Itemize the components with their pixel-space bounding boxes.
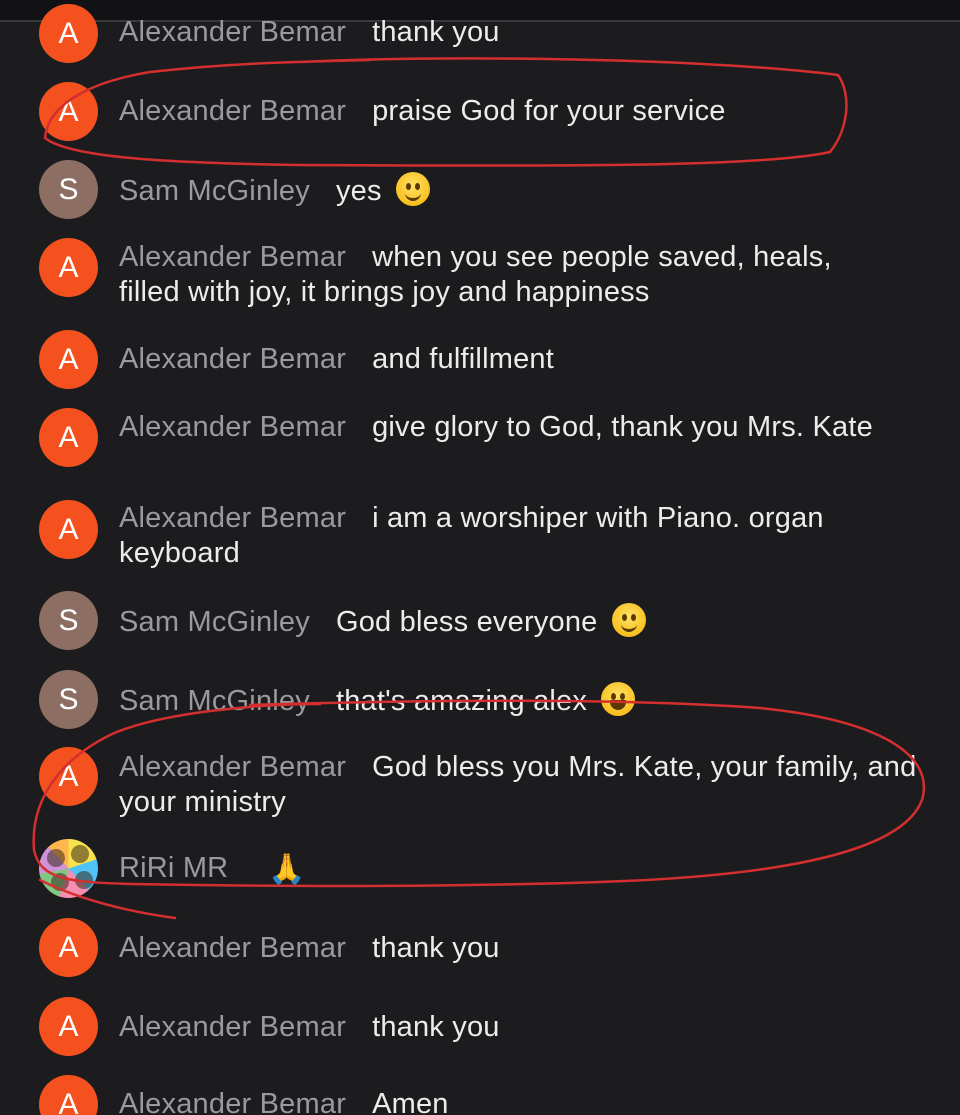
- avatar[interactable]: S: [39, 160, 98, 219]
- avatar[interactable]: A: [39, 500, 98, 559]
- avatar[interactable]: A: [39, 238, 98, 297]
- avatar[interactable]: A: [39, 747, 98, 806]
- avatar[interactable]: A: [39, 918, 98, 977]
- sender-name[interactable]: Alexander Bemar: [119, 502, 346, 534]
- sender-name[interactable]: Sam McGinley: [119, 175, 310, 207]
- grinning-face-icon: [601, 682, 636, 716]
- sender-name[interactable]: Alexander Bemar: [119, 411, 346, 443]
- sender-name[interactable]: Alexander Bemar: [119, 241, 346, 273]
- message-text: thank you: [372, 1011, 500, 1043]
- message-text: that's amazing alex: [335, 685, 588, 717]
- message-text: and fulfillment: [372, 343, 554, 375]
- message-body: Alexander Bemar i am a worshiper with Pia…: [119, 501, 894, 571]
- sender-name[interactable]: Sam McGinley: [119, 685, 310, 717]
- sender-name[interactable]: Alexander Bemar: [119, 932, 346, 964]
- message-text: praise God for your service: [372, 95, 726, 127]
- message-body: Alexander Bemar give glory to God, thank …: [119, 410, 879, 445]
- message-body: Alexander Bemar Amen: [119, 1087, 919, 1115]
- message-body: Alexander Bemar thank you: [119, 931, 919, 966]
- avatar[interactable]: [39, 839, 98, 898]
- message-text: Amen: [372, 1088, 449, 1115]
- sender-name[interactable]: Sam McGinley: [119, 606, 310, 638]
- avatar[interactable]: A: [39, 82, 98, 141]
- sender-name[interactable]: Alexander Bemar: [119, 95, 346, 127]
- avatar[interactable]: A: [39, 997, 98, 1056]
- sender-name[interactable]: Alexander Bemar: [119, 1088, 346, 1115]
- message-body: Sam McGinley that's amazing alex: [119, 682, 919, 719]
- message-text: give glory to God, thank you Mrs. Kate: [372, 411, 873, 443]
- message-body: Alexander Bemar when you see people saved…: [119, 240, 899, 310]
- smiling-face-icon: [611, 603, 646, 637]
- sender-name[interactable]: Alexander Bemar: [119, 343, 346, 375]
- message-body: Alexander Bemar thank you: [119, 15, 919, 50]
- sender-name[interactable]: Alexander Bemar: [119, 751, 346, 783]
- message-text: thank you: [372, 16, 500, 48]
- avatar[interactable]: S: [39, 591, 98, 650]
- avatar[interactable]: A: [39, 1075, 98, 1115]
- avatar[interactable]: A: [39, 330, 98, 389]
- message-body: Alexander Bemar praise God for your servi…: [119, 94, 919, 129]
- message-text: yes: [335, 175, 382, 207]
- avatar[interactable]: S: [39, 670, 98, 729]
- message-body: Alexander Bemar God bless you Mrs. Kate, …: [119, 750, 919, 820]
- message-body: Alexander Bemar and fulfillment: [119, 342, 919, 377]
- avatar[interactable]: A: [39, 4, 98, 63]
- avatar[interactable]: A: [39, 408, 98, 467]
- message-text: God bless everyone: [335, 606, 598, 638]
- sender-name[interactable]: RiRi MR: [119, 852, 228, 884]
- slightly-smiling-face-icon: [395, 172, 430, 206]
- folded-hands-icon: 🙏: [268, 853, 306, 886]
- sender-name[interactable]: Alexander Bemar: [119, 1011, 346, 1043]
- message-body: Sam McGinley yes: [119, 172, 919, 209]
- message-text: thank you: [372, 932, 500, 964]
- message-body: Sam McGinley God bless everyone: [119, 603, 919, 640]
- message-body: RiRi MR 🙏: [119, 851, 919, 887]
- sender-name[interactable]: Alexander Bemar: [119, 16, 346, 48]
- message-body: Alexander Bemar thank you: [119, 1010, 919, 1045]
